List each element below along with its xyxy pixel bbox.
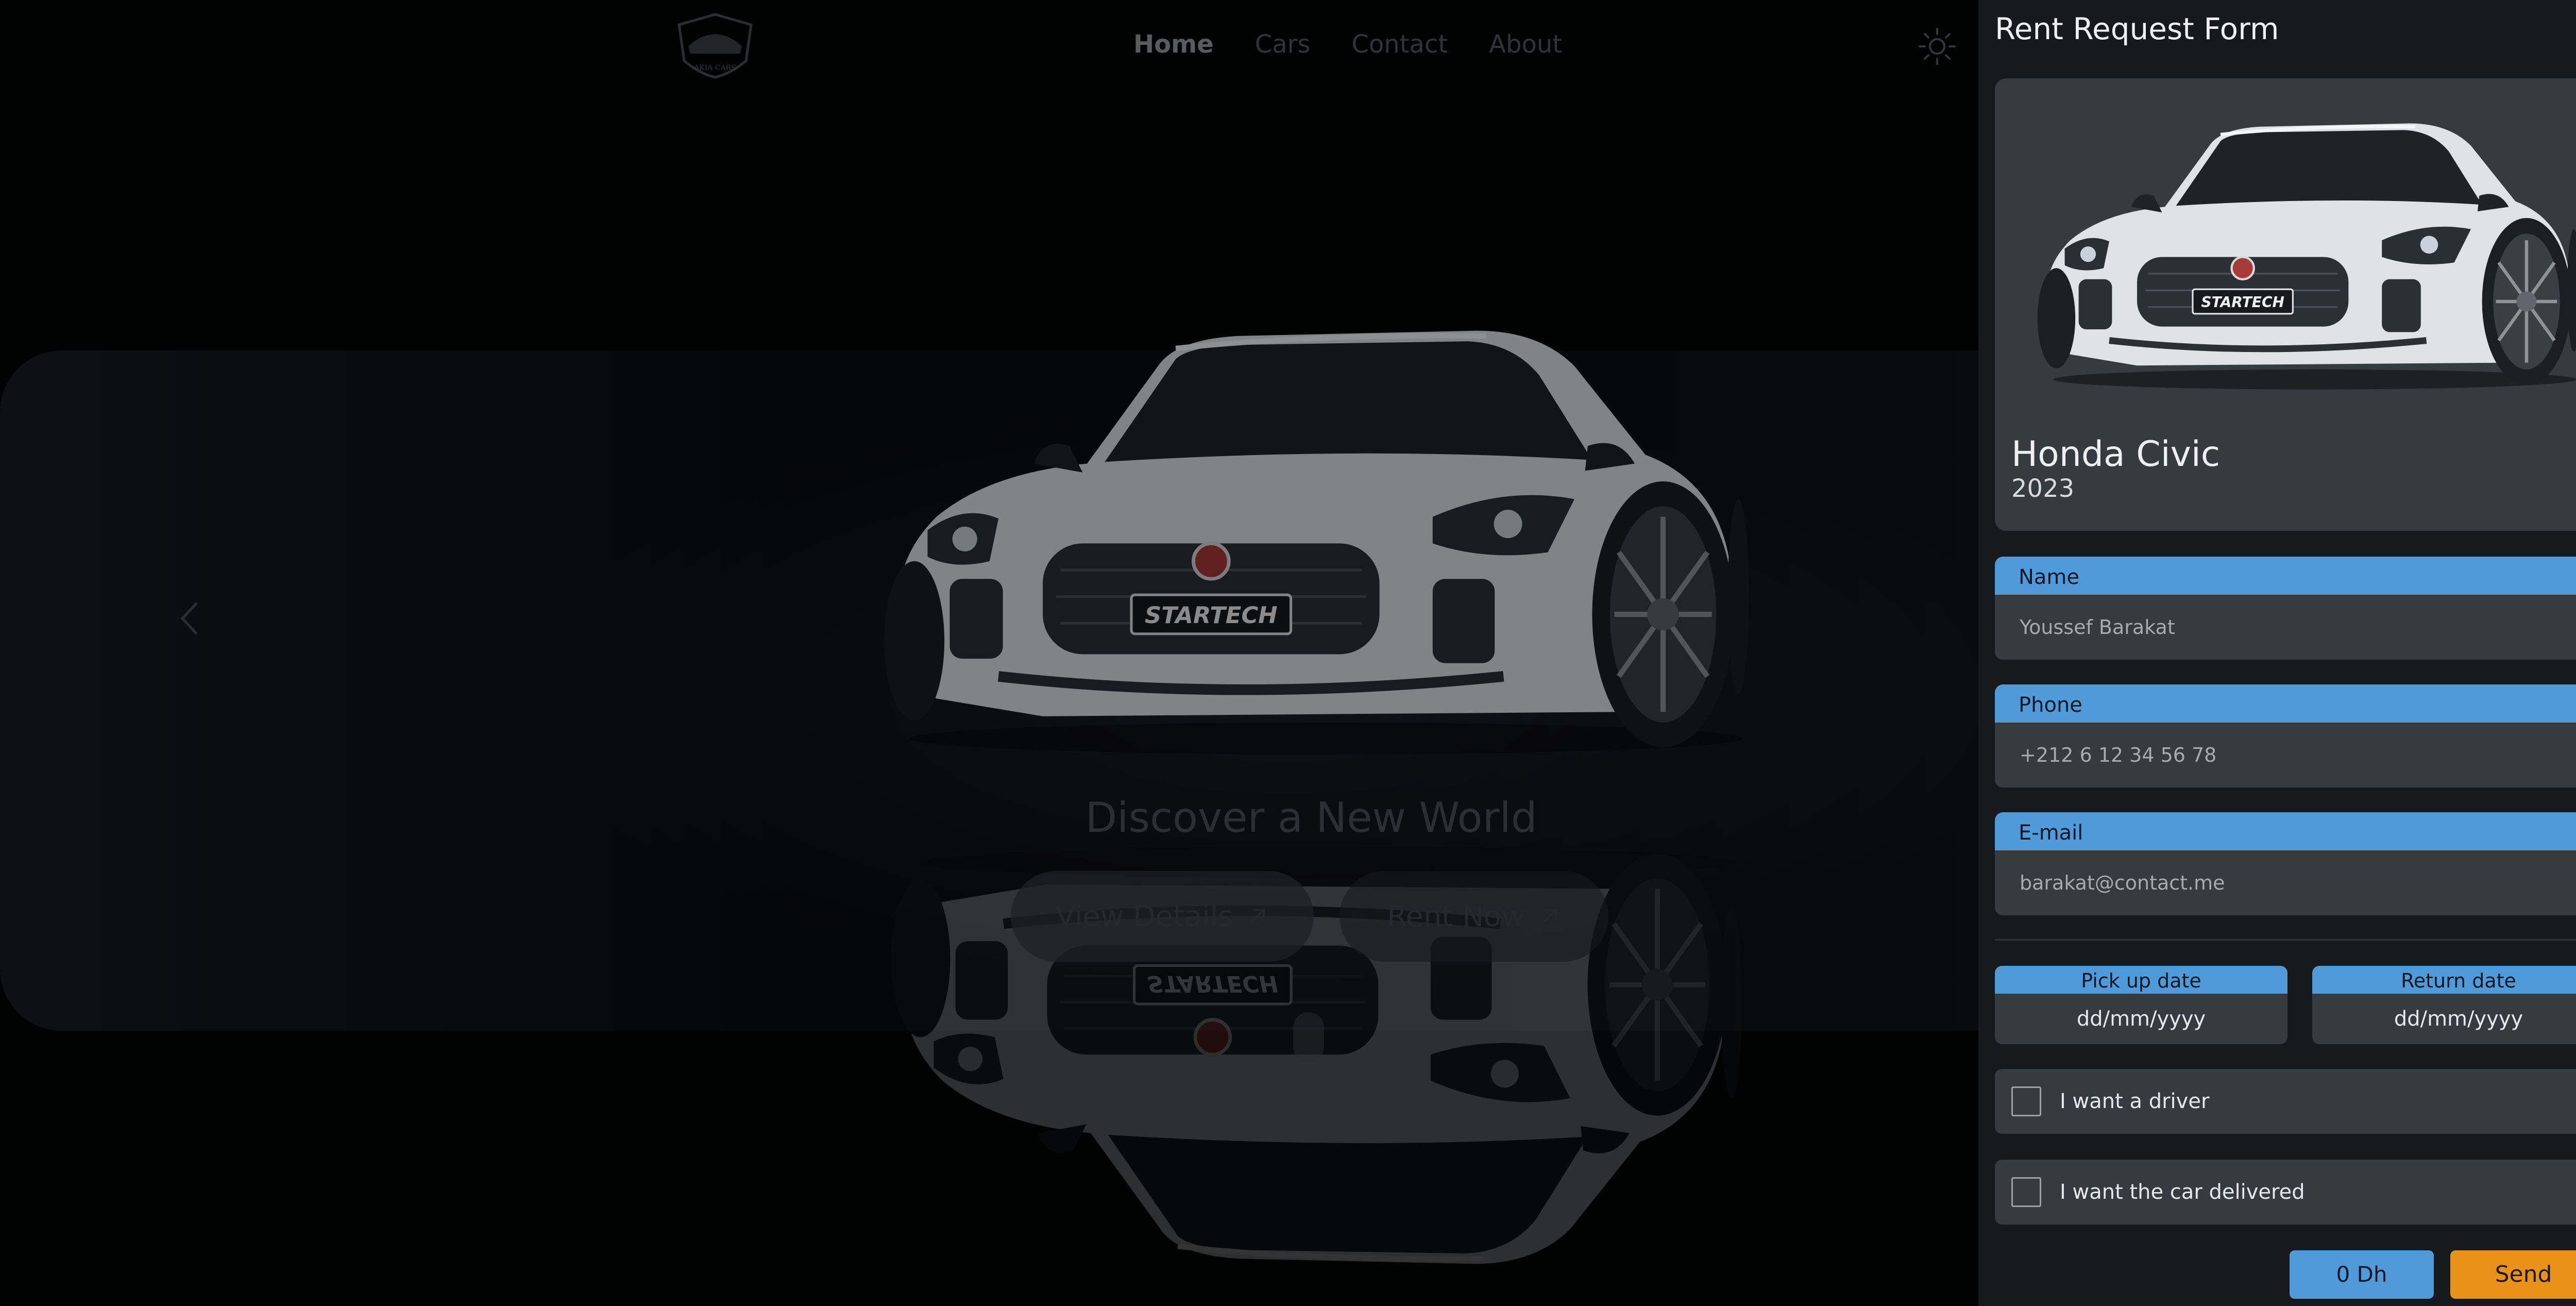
phone-label: Phone — [1995, 684, 2576, 723]
email-label: E-mail — [1995, 812, 2576, 850]
driver-label: I want a driver — [2060, 1090, 2210, 1113]
pickup-date-input[interactable]: dd/mm/yyyy — [1995, 994, 2287, 1044]
return-date-field[interactable]: Return date dd/mm/yyyy — [2312, 966, 2576, 1044]
delivery-option[interactable]: I want the car delivered — [1995, 1160, 2576, 1225]
phone-input[interactable] — [1995, 723, 2576, 788]
phone-field: Phone — [1995, 684, 2576, 788]
name-field: Name — [1995, 557, 2576, 660]
price-badge: 0 Dh — [2290, 1250, 2434, 1299]
car-year: 2023 — [2011, 474, 2075, 503]
modal-backdrop[interactable] — [0, 0, 1978, 1306]
email-field: E-mail — [1995, 812, 2576, 915]
return-date-input[interactable]: dd/mm/yyyy — [2312, 994, 2576, 1044]
car-card: Honda Civic 2023 — [1995, 78, 2576, 531]
form-divider — [1995, 939, 2576, 941]
homepage-background: AKIA CARS Home Cars Contact About Discov… — [0, 0, 1978, 1306]
pickup-date-label: Pick up date — [1995, 966, 2287, 994]
name-input[interactable] — [1995, 595, 2576, 660]
pickup-date-field[interactable]: Pick up date dd/mm/yyyy — [1995, 966, 2287, 1044]
delivery-label: I want the car delivered — [2060, 1180, 2305, 1204]
driver-option[interactable]: I want a driver — [1995, 1069, 2576, 1134]
delivery-checkbox[interactable] — [2011, 1177, 2041, 1207]
driver-checkbox[interactable] — [2011, 1086, 2041, 1116]
car-image — [2026, 89, 2576, 403]
send-button[interactable]: Send — [2450, 1250, 2576, 1299]
rent-request-panel: Rent Request Form Honda Civic 2023 Name … — [1978, 0, 2576, 1306]
car-name: Honda Civic — [2011, 434, 2221, 475]
email-input[interactable] — [1995, 850, 2576, 915]
name-label: Name — [1995, 557, 2576, 595]
panel-title: Rent Request Form — [1995, 11, 2279, 46]
return-date-label: Return date — [2312, 966, 2576, 994]
